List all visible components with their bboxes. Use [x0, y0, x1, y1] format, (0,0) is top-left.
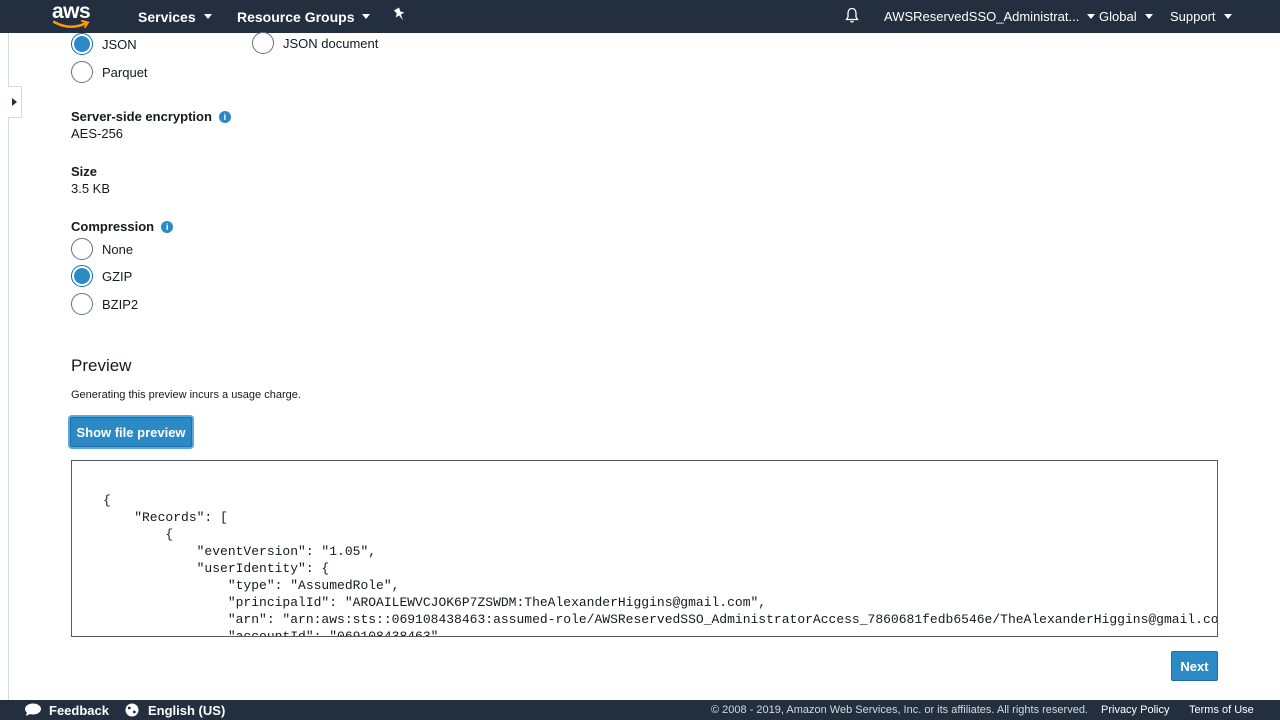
size-value: 3.5 KB	[71, 181, 111, 196]
format-option-json[interactable]: JSON	[71, 33, 137, 55]
format-option-parquet[interactable]: Parquet	[71, 61, 148, 83]
smile-icon	[53, 20, 90, 28]
account-menu[interactable]: AWSReservedSSO_Administrat...	[884, 0, 1096, 33]
radio-parquet[interactable]	[71, 61, 93, 83]
aws-logo[interactable]: aws	[52, 0, 92, 30]
left-navigation-rail	[0, 33, 9, 700]
compression-option-label: None	[102, 241, 134, 257]
feedback-link[interactable]: Feedback	[24, 700, 109, 720]
chevron-down-icon	[1144, 14, 1153, 19]
region-label: Global	[1099, 9, 1137, 24]
code-line: "principalId": "AROAILEWVCJOK6P7ZSWDM:Th…	[103, 595, 767, 610]
format-option-label: JSON	[102, 36, 137, 52]
size-label: Size	[71, 164, 98, 179]
bell-icon[interactable]	[845, 7, 859, 24]
encryption-heading: Server-side encryption i	[71, 109, 231, 124]
code-line: "Records": [	[103, 510, 228, 525]
radio-bzip2[interactable]	[71, 293, 93, 315]
compression-option-label: GZIP	[102, 268, 133, 284]
preview-title: Preview	[71, 356, 132, 375]
info-icon[interactable]: i	[218, 110, 231, 123]
radio-json[interactable]	[71, 33, 93, 55]
size-heading: Size	[71, 164, 97, 179]
compression-option-label: BZIP2	[102, 296, 139, 312]
pin-icon[interactable]	[393, 7, 407, 23]
expand-nav-button[interactable]	[8, 86, 22, 118]
feedback-label: Feedback	[49, 702, 109, 718]
radio-gzip[interactable]	[71, 265, 93, 287]
info-icon[interactable]: i	[161, 220, 174, 233]
region-menu[interactable]: Global	[1099, 0, 1153, 33]
chevron-down-icon	[362, 14, 371, 19]
file-preview-box[interactable]: { "Records": [ { "eventVersion": "1.05",…	[71, 460, 1218, 637]
chevron-down-icon	[1223, 14, 1232, 19]
code-line: "userIdentity": {	[103, 561, 330, 576]
code-line: "eventVersion": "1.05",	[103, 544, 377, 559]
logo-text: aws	[52, 0, 91, 23]
preview-description: Generating this preview incurs a usage c…	[71, 389, 301, 401]
footer: Feedback English (US) © 2008 - 2019, Ama…	[0, 700, 1280, 720]
compression-heading: Compression i	[71, 219, 174, 234]
encryption-label: Server-side encryption	[71, 109, 212, 124]
encryption-value: AES-256	[71, 126, 124, 141]
account-label: AWSReservedSSO_Administrat...	[884, 9, 1080, 24]
privacy-policy-link[interactable]: Privacy Policy	[1101, 700, 1169, 720]
copyright-text: © 2008 - 2019, Amazon Web Services, Inc.…	[711, 704, 1088, 716]
show-file-preview-button[interactable]: Show file preview	[70, 417, 192, 447]
compression-option-gzip[interactable]: GZIP	[71, 265, 132, 287]
code-line: "type": "AssumedRole",	[103, 578, 400, 593]
top-navigation: aws Services Resource Groups AWSReserved…	[0, 0, 1280, 33]
language-label: English (US)	[148, 702, 226, 718]
compression-option-bzip2[interactable]: BZIP2	[71, 293, 138, 315]
terms-of-use-link[interactable]: Terms of Use	[1189, 700, 1254, 720]
radio-none[interactable]	[71, 238, 93, 260]
feedback-icon	[25, 703, 41, 716]
chevron-right-icon	[12, 98, 17, 106]
code-line: {	[103, 493, 111, 508]
compression-label: Compression	[71, 219, 155, 234]
code-line: "arn": "arn:aws:sts::069108438463:assume…	[103, 612, 1218, 627]
services-menu[interactable]: Services	[138, 0, 212, 33]
code-line: "accountId": "069108438463",	[103, 629, 447, 637]
resource-groups-label: Resource Groups	[237, 8, 355, 25]
format-option-label: JSON document	[283, 35, 379, 51]
format-option-json-document[interactable]: JSON document	[252, 32, 378, 54]
resource-groups-menu[interactable]: Resource Groups	[237, 0, 371, 33]
next-button[interactable]: Next	[1171, 651, 1218, 681]
chevron-down-icon	[1087, 14, 1096, 19]
chevron-down-icon	[203, 14, 212, 19]
compression-option-none[interactable]: None	[71, 238, 133, 260]
format-option-label: Parquet	[102, 64, 148, 80]
support-label: Support	[1170, 9, 1216, 24]
services-label: Services	[138, 8, 196, 25]
globe-icon	[125, 703, 139, 717]
radio-json-document[interactable]	[252, 32, 274, 54]
language-selector[interactable]: English (US)	[125, 700, 225, 720]
support-menu[interactable]: Support	[1170, 0, 1232, 33]
code-line: {	[103, 527, 174, 542]
